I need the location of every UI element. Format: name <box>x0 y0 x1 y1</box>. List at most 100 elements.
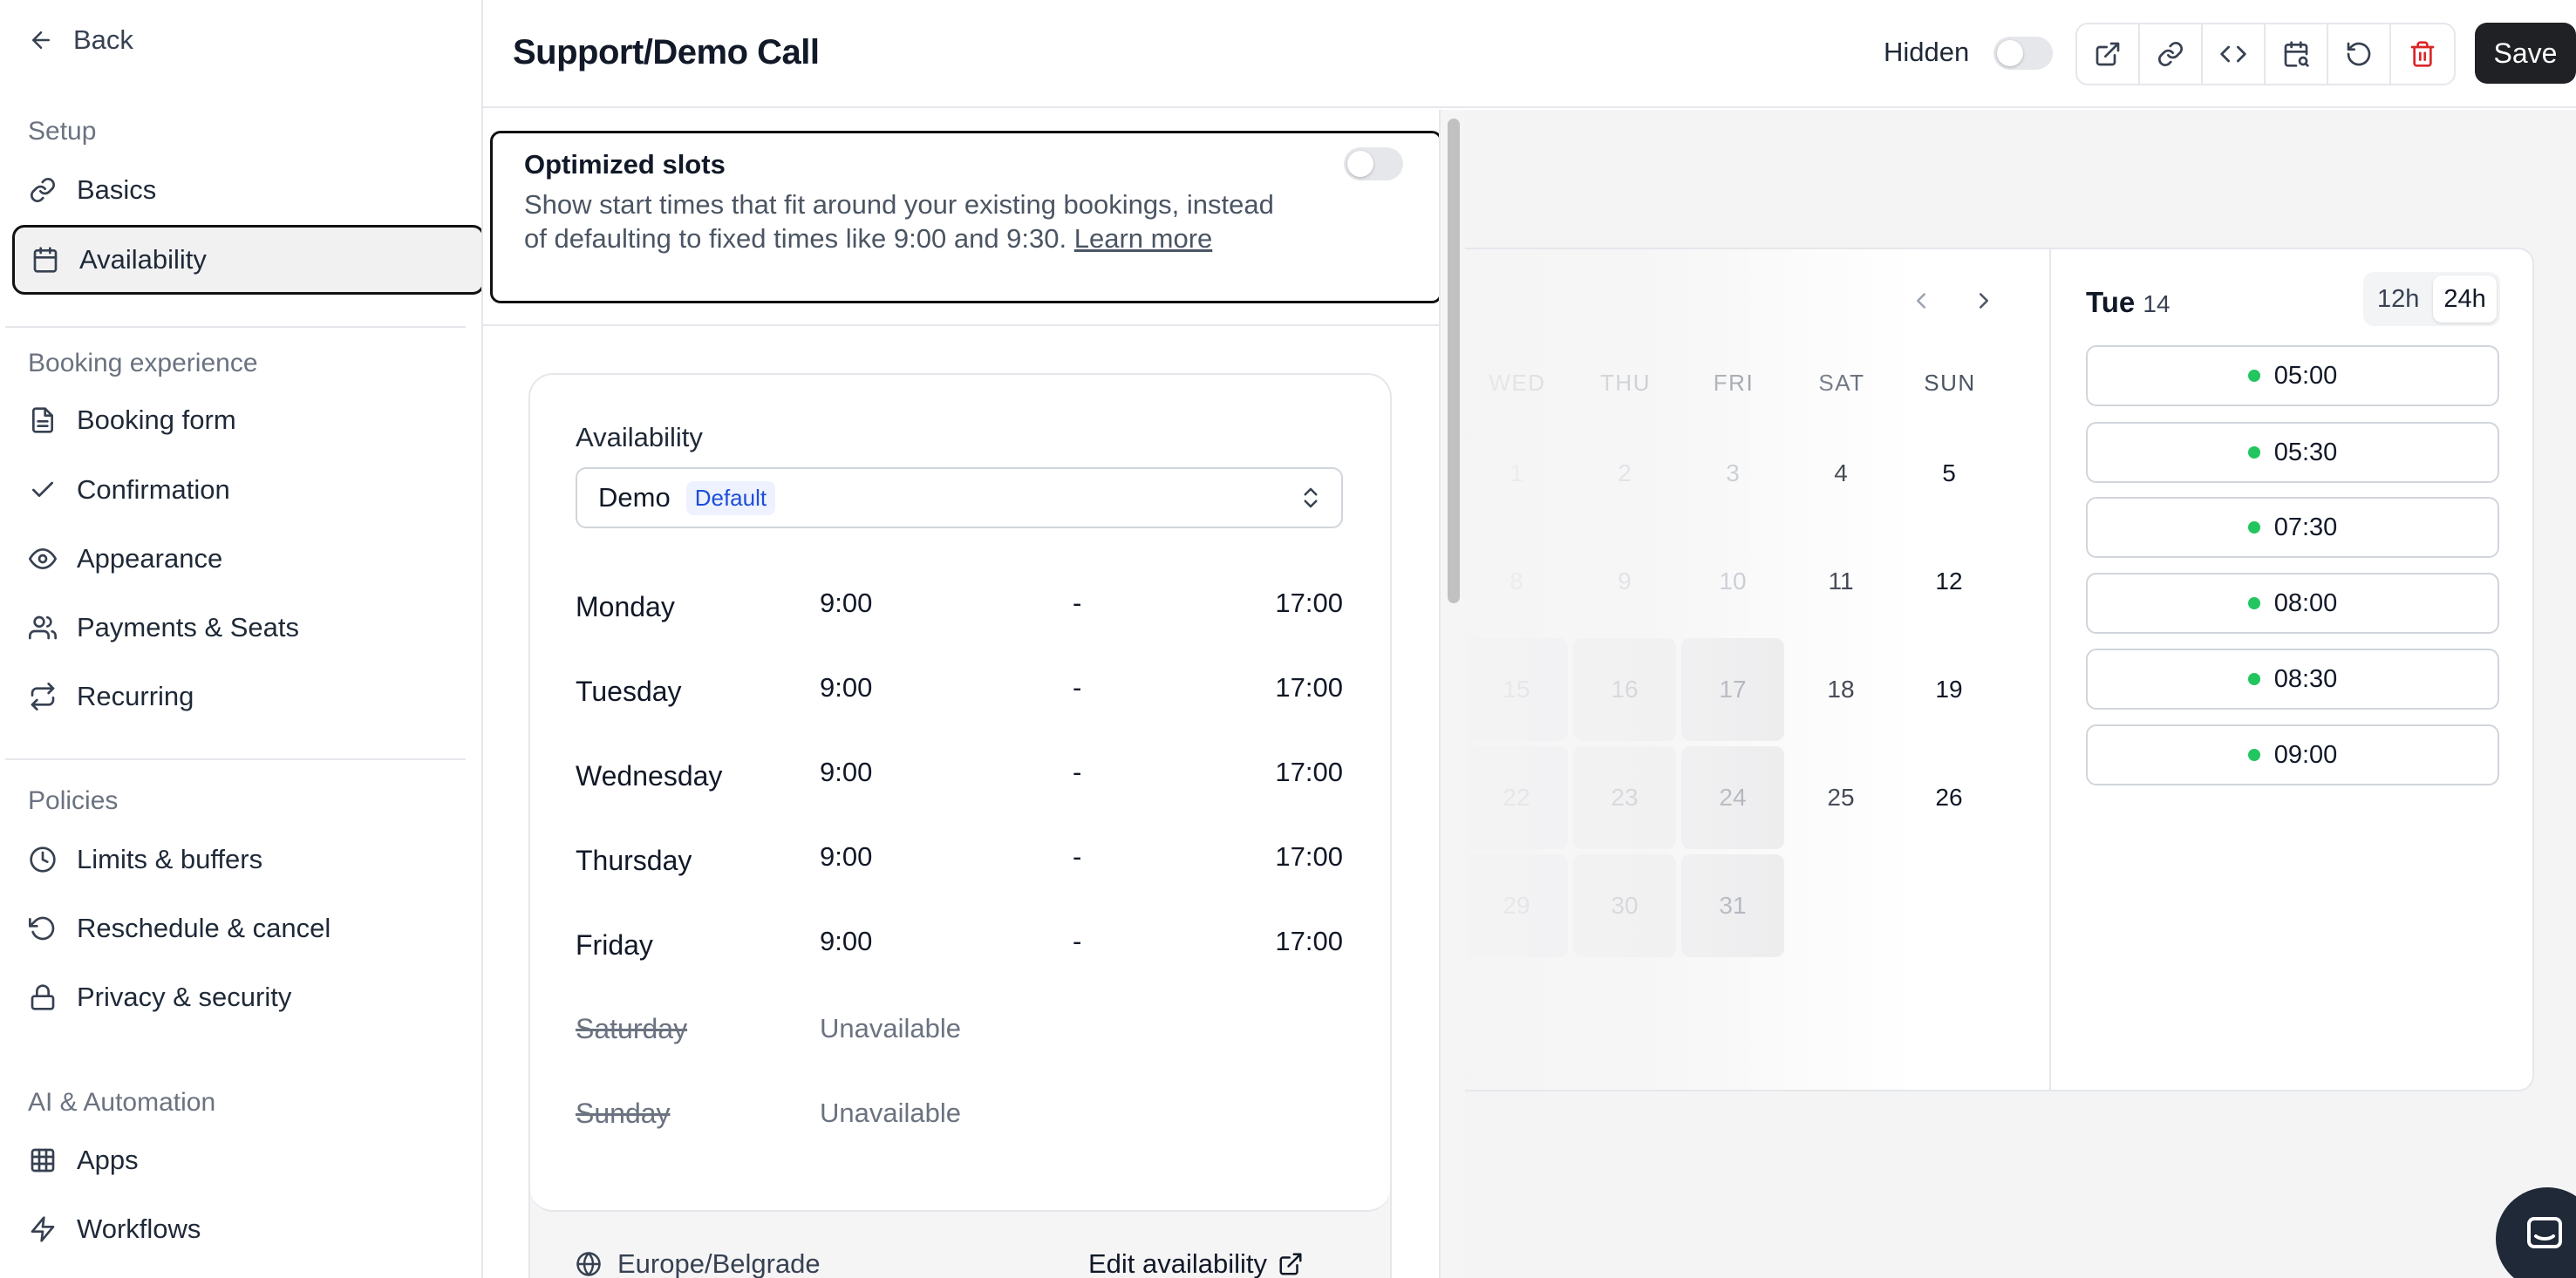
sidebar-item-label: Booking form <box>77 404 236 435</box>
sidebar-item-label: Apps <box>77 1145 139 1175</box>
day-row-saturday: Saturday Unavailable <box>576 1001 1343 1053</box>
calendar-search-icon[interactable] <box>2266 24 2328 84</box>
calendar-day[interactable]: 24 <box>1681 746 1784 849</box>
slot-time: 05:00 <box>2273 361 2338 390</box>
time-separator: - <box>1073 757 1082 787</box>
sidebar-item-recurring[interactable]: Recurring <box>12 665 483 728</box>
calendar-day[interactable]: 26 <box>1898 746 2000 849</box>
format-24h-button[interactable]: 24h <box>2433 275 2497 323</box>
day-row-monday: Monday 9:00 - 17:00 <box>576 579 1343 631</box>
code-icon[interactable] <box>2203 24 2266 84</box>
calendar-day[interactable]: 29 <box>1465 854 1568 957</box>
calendar-day[interactable]: 16 <box>1573 638 1676 741</box>
weekday-header: WED <box>1489 370 1546 396</box>
repeat-icon <box>28 682 58 711</box>
start-time[interactable]: 9:00 <box>820 588 872 619</box>
optimized-slots-title: Optimized slots <box>524 149 726 180</box>
availability-card-body: Availability Demo Default Monday 9:00 - … <box>530 375 1390 1212</box>
chevron-left-icon[interactable] <box>1908 288 1934 314</box>
optimized-slots-card: Optimized slots Show start times that fi… <box>490 131 1439 303</box>
edit-availability-label: Edit availability <box>1088 1248 1268 1278</box>
calendar-day[interactable]: 5 <box>1898 422 2000 525</box>
calendar-day: 3 <box>1726 459 1740 486</box>
back-button[interactable]: Back <box>28 24 133 56</box>
calendar-day[interactable]: 18 <box>1789 638 1892 741</box>
edit-availability-link[interactable]: Edit availability <box>1088 1248 1304 1278</box>
calendar-icon <box>31 245 60 275</box>
time-slot[interactable]: 07:30 <box>2086 497 2499 558</box>
calendar-day[interactable]: 12 <box>1898 530 2000 633</box>
end-time[interactable]: 17:00 <box>1275 757 1343 788</box>
start-time[interactable]: 9:00 <box>820 926 872 957</box>
calendar-day[interactable]: 4 <box>1789 422 1892 525</box>
calendar-day[interactable]: 17 <box>1681 638 1784 741</box>
format-12h-button[interactable]: 12h <box>2367 275 2429 323</box>
sidebar: Back Setup Basics Availability Booking e… <box>0 0 485 1278</box>
weekday-header: SAT <box>1818 370 1865 396</box>
scrollbar[interactable] <box>1439 110 1465 1278</box>
start-time[interactable]: 9:00 <box>820 757 872 788</box>
time-slot[interactable]: 09:00 <box>2086 724 2499 785</box>
sidebar-item-availability[interactable]: Availability <box>12 225 485 295</box>
time-slot[interactable]: 08:00 <box>2086 573 2499 634</box>
time-slot[interactable]: 05:00 <box>2086 345 2499 406</box>
link-icon[interactable] <box>2140 24 2203 84</box>
booking-preview: WED THU FRI SAT SUN 1 2 3 4 5 8 9 10 11 … <box>1465 110 2576 1278</box>
sidebar-item-privacy-security[interactable]: Privacy & security <box>12 966 483 1029</box>
calendar-day[interactable]: 15 <box>1465 638 1568 741</box>
slot-time: 07:30 <box>2273 513 2338 541</box>
calendar-day: 9 <box>1618 568 1632 595</box>
sidebar-item-apps[interactable]: Apps <box>12 1129 483 1192</box>
sidebar-item-basics[interactable]: Basics <box>12 159 483 221</box>
rotate-icon <box>28 914 58 943</box>
end-time[interactable]: 17:00 <box>1275 672 1343 704</box>
available-dot <box>2247 597 2260 609</box>
reset-icon[interactable] <box>2328 24 2391 84</box>
end-time[interactable]: 17:00 <box>1275 841 1343 873</box>
default-badge: Default <box>685 480 776 515</box>
end-time[interactable]: 17:00 <box>1275 588 1343 619</box>
start-time[interactable]: 9:00 <box>820 841 872 873</box>
save-button[interactable]: Save <box>2475 23 2576 84</box>
sidebar-item-booking-form[interactable]: Booking form <box>12 389 483 452</box>
hidden-toggle[interactable] <box>1993 37 2053 70</box>
zap-icon <box>28 1214 58 1244</box>
check-icon <box>28 475 58 505</box>
day-label: Tuesday <box>576 676 682 707</box>
sidebar-item-confirmation[interactable]: Confirmation <box>12 459 483 521</box>
end-time[interactable]: 17:00 <box>1275 926 1343 957</box>
sidebar-item-workflows[interactable]: Workflows <box>12 1198 483 1261</box>
sidebar-item-label: Limits & buffers <box>77 844 263 874</box>
scrollbar-thumb[interactable] <box>1448 119 1460 603</box>
chevron-right-icon[interactable] <box>1971 288 1997 314</box>
time-slot[interactable]: 05:30 <box>2086 422 2499 483</box>
sidebar-item-payments-seats[interactable]: Payments & Seats <box>12 596 483 659</box>
calendar-day[interactable]: 23 <box>1573 746 1676 849</box>
page-title: Support/Demo Call <box>513 33 820 71</box>
day-row-tuesday: Tuesday 9:00 - 17:00 <box>576 663 1343 716</box>
sidebar-item-label: Payments & Seats <box>77 612 300 642</box>
sidebar-item-appearance[interactable]: Appearance <box>12 527 483 590</box>
external-link-icon <box>1279 1253 1302 1275</box>
availability-label: Availability <box>576 422 703 452</box>
external-link-icon[interactable] <box>2077 24 2140 84</box>
availability-card: Availability Demo Default Monday 9:00 - … <box>528 373 1392 1278</box>
optimized-slots-toggle[interactable] <box>1344 147 1403 180</box>
sidebar-item-reschedule-cancel[interactable]: Reschedule & cancel <box>12 897 483 960</box>
calendar-day[interactable]: 25 <box>1789 746 1892 849</box>
calendar-day[interactable]: 30 <box>1573 854 1676 957</box>
time-separator: - <box>1073 588 1082 618</box>
schedule-select[interactable]: Demo Default <box>576 467 1343 528</box>
grid-icon <box>28 1145 58 1175</box>
sidebar-item-limits-buffers[interactable]: Limits & buffers <box>12 828 483 891</box>
time-slot[interactable]: 08:30 <box>2086 649 2499 710</box>
calendar-day[interactable]: 11 <box>1789 530 1892 633</box>
trash-icon[interactable] <box>2391 24 2454 84</box>
calendar-day[interactable]: 31 <box>1681 854 1784 957</box>
learn-more-link[interactable]: Learn more <box>1074 223 1213 254</box>
calendar-day[interactable]: 19 <box>1898 638 2000 741</box>
unavailable-label: Unavailable <box>820 1098 961 1128</box>
start-time[interactable]: 9:00 <box>820 672 872 704</box>
calendar-day[interactable]: 22 <box>1465 746 1568 849</box>
sidebar-item-label: Confirmation <box>77 474 230 505</box>
